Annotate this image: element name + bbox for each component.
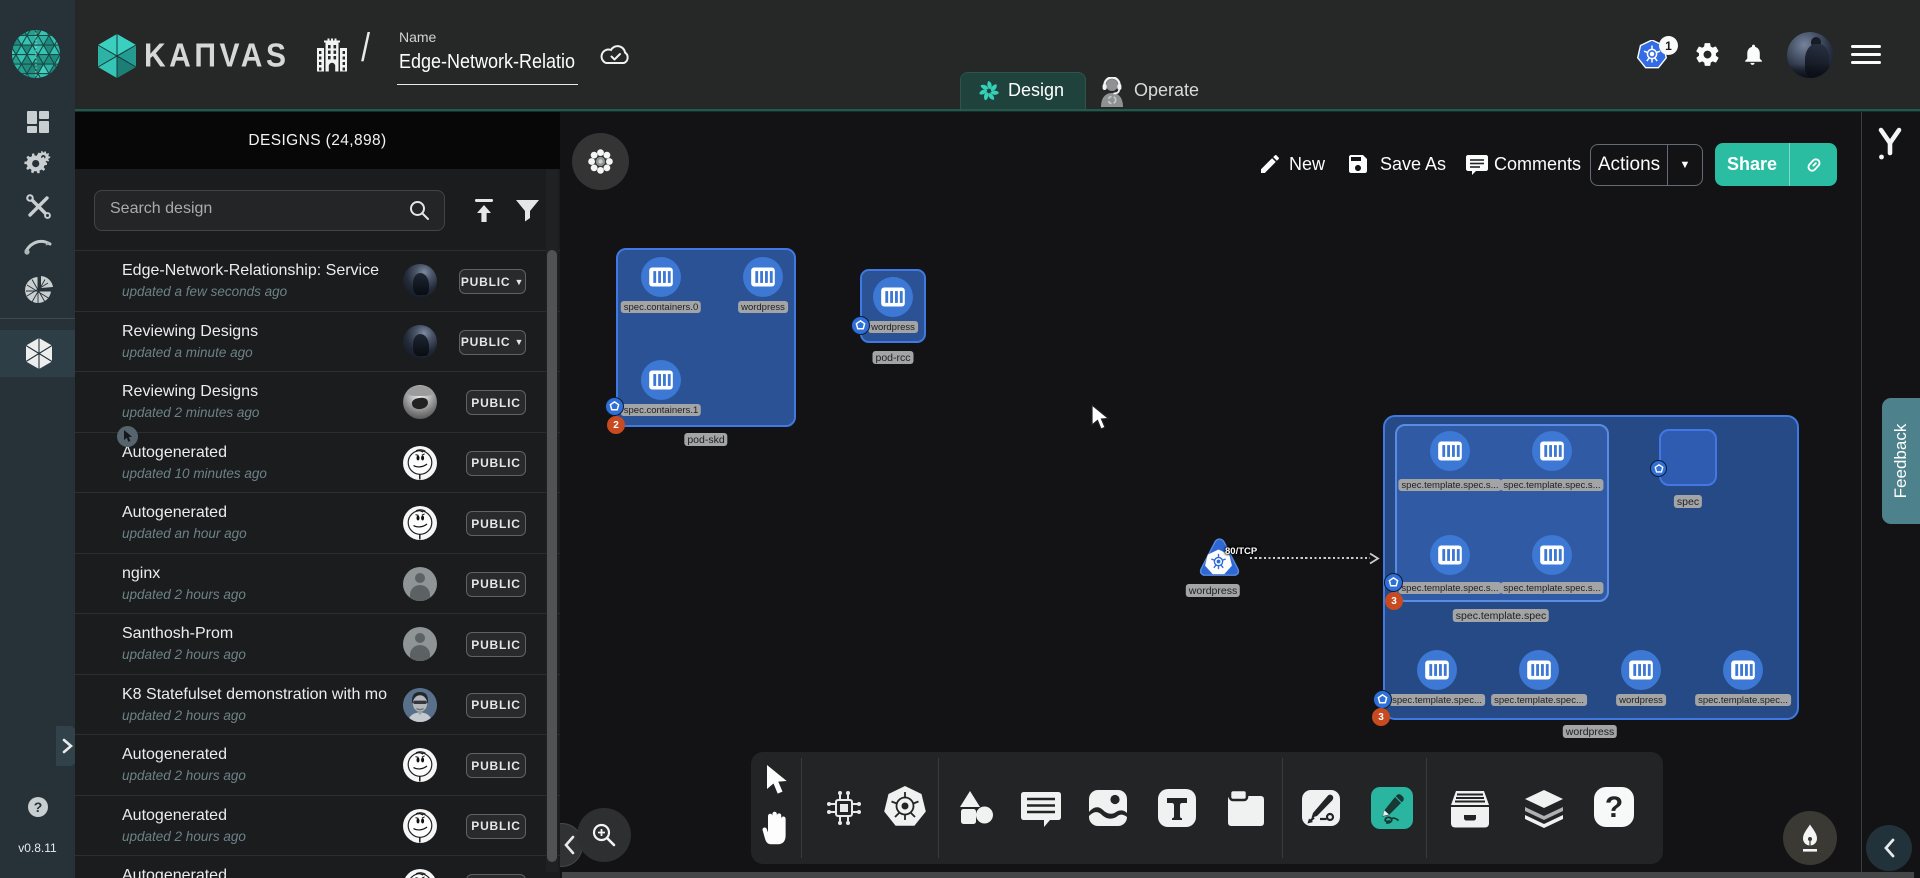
svg-text:?: ?: [1605, 791, 1623, 824]
svg-text:?: ?: [34, 799, 43, 815]
